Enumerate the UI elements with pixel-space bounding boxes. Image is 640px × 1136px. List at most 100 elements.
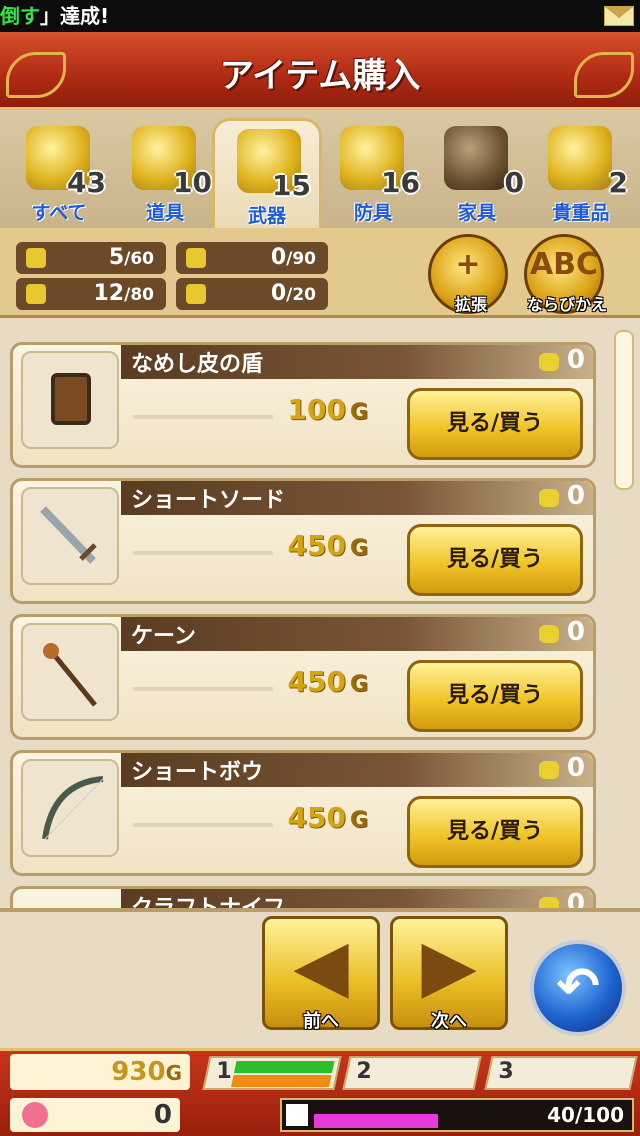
- page-title: アイテム購入: [219, 56, 421, 96]
- list-item: クラフトナイフ 0: [10, 886, 596, 908]
- mp-bar: [231, 1075, 332, 1087]
- item-name: クラフトナイフ: [131, 890, 285, 908]
- storage-max: /90: [286, 249, 316, 269]
- storage-capacity: 0/90: [176, 242, 328, 274]
- house-count: 0: [270, 281, 287, 306]
- list-item: ショートソード 0 450 G 見る/買う: [10, 478, 596, 604]
- item-price: 450 G: [287, 529, 368, 562]
- ticker-text: 」達成!: [40, 4, 110, 28]
- expand-label: 拡張: [454, 295, 487, 314]
- tab-count: 16: [381, 166, 420, 199]
- owned-count: 0: [566, 345, 585, 375]
- tab-valuables[interactable]: 2 貴重品: [526, 118, 636, 228]
- bag-icon: [539, 353, 559, 371]
- next-label: 次へ: [431, 1011, 467, 1032]
- gold-display: 930G: [10, 1054, 190, 1090]
- view-buy-button[interactable]: 見る/買う: [407, 524, 583, 596]
- tab-count: 15: [272, 169, 311, 202]
- house-capacity: 0/20: [176, 278, 328, 310]
- arrow-left-icon: ◀: [293, 923, 349, 1007]
- exp-fill: [314, 1114, 438, 1128]
- tab-weapons[interactable]: 15 武器: [212, 118, 322, 228]
- tab-label: 道具: [145, 202, 184, 224]
- armor-capacity: 12/80: [16, 278, 166, 310]
- heart-icon: [22, 1102, 48, 1128]
- tab-tools[interactable]: 10 道具: [110, 118, 220, 228]
- sort-button[interactable]: ABC ならびかえ: [524, 234, 607, 314]
- party-number: 3: [498, 1059, 514, 1084]
- exp-value: 40/100: [547, 1103, 624, 1127]
- view-buy-button[interactable]: 見る/買う: [407, 796, 583, 868]
- owned-count: 0: [566, 753, 585, 783]
- armor-count: 12: [93, 281, 125, 306]
- tab-label: 家具: [457, 202, 496, 224]
- bag-max: /60: [124, 249, 154, 269]
- item-name: ショートボウ: [131, 760, 264, 785]
- list-item: ショートボウ 0 450 G 見る/買う: [10, 750, 596, 876]
- tab-label: すべて: [31, 202, 87, 224]
- bag-icon: [26, 248, 46, 268]
- bag-icon: [539, 625, 559, 643]
- owned-count: 0: [566, 481, 585, 511]
- list-item: なめし皮の盾 0 100 G 見る/買う: [10, 342, 596, 468]
- furniture-icon: [444, 126, 508, 190]
- bag-count: 5: [108, 245, 125, 270]
- sort-label: ならびかえ: [526, 295, 607, 314]
- notification-ticker: 倒す」達成!: [0, 0, 640, 32]
- view-buy-button[interactable]: 見る/買う: [407, 660, 583, 732]
- view-buy-button[interactable]: 見る/買う: [407, 388, 583, 460]
- owned-count: 0: [566, 889, 585, 908]
- item-name: ショートソード: [131, 488, 286, 513]
- arrow-right-icon: ▶: [421, 923, 477, 1007]
- armor-icon: [26, 284, 46, 304]
- party-slot-3[interactable]: 3: [484, 1056, 638, 1090]
- list-scrollbar[interactable]: [614, 330, 634, 490]
- hp-bar: [234, 1061, 335, 1073]
- bag-icon: [539, 489, 559, 507]
- tab-count: 0: [504, 166, 524, 199]
- item-price: 100 G: [287, 393, 368, 426]
- item-name: ケーン: [131, 624, 196, 649]
- bag-icon: [539, 761, 559, 779]
- party-slot-2[interactable]: 2: [342, 1056, 482, 1090]
- paw-icon: [286, 1104, 308, 1126]
- party-slot-1[interactable]: 1: [202, 1056, 342, 1090]
- house-icon: [186, 284, 206, 304]
- tab-count: 2: [608, 166, 628, 199]
- item-name: なめし皮の盾: [131, 352, 264, 377]
- prev-button[interactable]: ◀ 前へ: [262, 916, 380, 1032]
- list-item: ケーン 0 450 G 見る/買う: [10, 614, 596, 740]
- tab-label: 貴重品: [552, 202, 610, 224]
- item-price: 450 G: [287, 665, 368, 698]
- mail-icon[interactable]: [604, 6, 634, 26]
- bag-capacity: 5/60: [16, 242, 166, 274]
- heart-counter: 0: [10, 1098, 180, 1132]
- party-number: 1: [216, 1059, 232, 1084]
- short-sword-icon: [21, 487, 119, 585]
- tab-label: 防具: [353, 202, 392, 224]
- item-list[interactable]: なめし皮の盾 0 100 G 見る/買う ショートソード 0 450 G 見る/買う…: [0, 318, 640, 908]
- bag-icon: [539, 897, 559, 908]
- tab-furniture[interactable]: 0 家具: [422, 118, 532, 228]
- u-turn-arrow-icon: ↶: [556, 957, 600, 1017]
- exp-bar: 40/100: [280, 1098, 634, 1132]
- cane-icon: [21, 623, 119, 721]
- heart-count: 0: [153, 1100, 172, 1130]
- tab-armor[interactable]: 16 防具: [318, 118, 428, 228]
- next-button[interactable]: ▶ 次へ: [390, 916, 508, 1032]
- abc-icon: ABC: [529, 247, 599, 282]
- house-max: /20: [286, 285, 316, 305]
- tab-label: 武器: [247, 205, 286, 227]
- back-button[interactable]: ↶: [530, 940, 626, 1036]
- plus-chest-icon: +: [455, 247, 481, 282]
- tab-count: 43: [67, 166, 106, 199]
- owned-count: 0: [566, 617, 585, 647]
- tab-all[interactable]: 43 すべて: [4, 118, 114, 228]
- tab-count: 10: [173, 166, 212, 199]
- short-bow-icon: [21, 759, 119, 857]
- expand-button[interactable]: + 拡張: [428, 234, 508, 314]
- storage-icon: [186, 248, 206, 268]
- armor-max: /80: [124, 285, 154, 305]
- storage-count: 0: [270, 245, 287, 270]
- prev-label: 前へ: [303, 1011, 339, 1032]
